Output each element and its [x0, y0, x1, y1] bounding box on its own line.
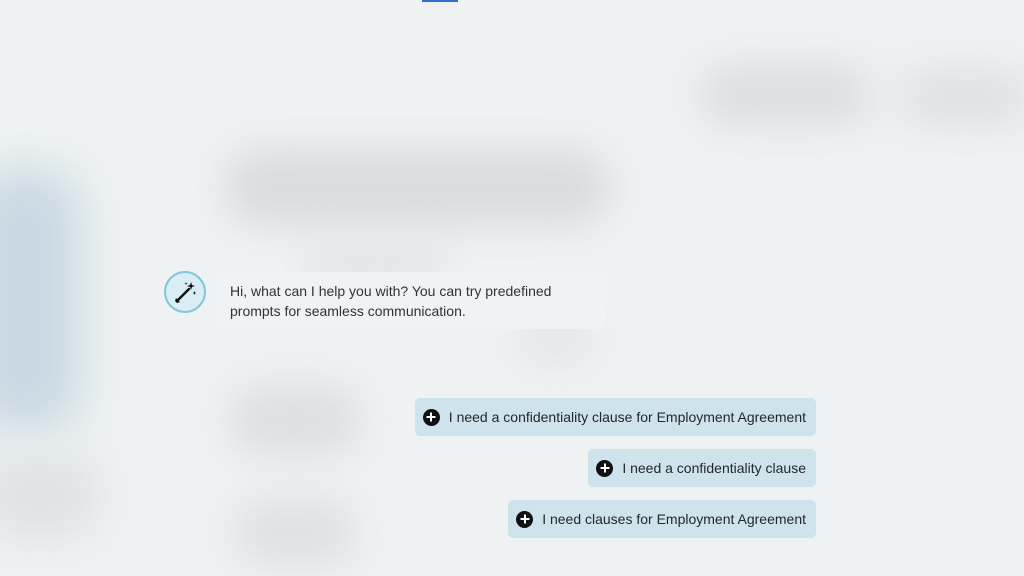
- suggestion-chip[interactable]: I need a confidentiality clause: [588, 449, 816, 487]
- suggestion-label: I need a confidentiality clause for Empl…: [448, 409, 806, 425]
- blurred-shape: [700, 65, 870, 125]
- blurred-shape: [0, 450, 100, 540]
- suggestion-chip[interactable]: I need a confidentiality clause for Empl…: [414, 398, 816, 436]
- suggested-prompts: I need a confidentiality clause for Empl…: [414, 398, 816, 538]
- plus-circle-icon: [596, 459, 614, 477]
- blurred-shape: [0, 170, 80, 430]
- suggestion-label: I need a confidentiality clause: [622, 460, 806, 476]
- suggestion-chip[interactable]: I need clauses for Employment Agreement: [508, 500, 816, 538]
- assistant-avatar: [164, 271, 206, 313]
- assistant-message: Hi, what can I help you with? You can tr…: [218, 272, 606, 329]
- blurred-shape: [230, 385, 360, 455]
- blurred-shape: [225, 150, 610, 225]
- plus-circle-icon: [516, 510, 534, 528]
- active-tab-indicator: [422, 0, 458, 2]
- blurred-shape: [235, 500, 355, 565]
- suggestion-label: I need clauses for Employment Agreement: [542, 511, 806, 527]
- plus-circle-icon: [422, 408, 440, 426]
- blurred-shape: [900, 70, 1024, 125]
- magic-wand-icon: [175, 282, 197, 303]
